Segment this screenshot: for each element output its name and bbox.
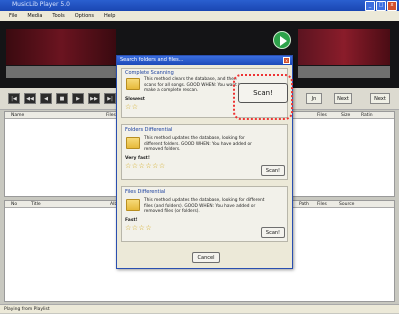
col-title[interactable]: Title <box>31 201 41 208</box>
progress-bar-right[interactable] <box>298 66 390 78</box>
dialog-close-button[interactable]: x <box>283 57 290 64</box>
minimize-button[interactable]: _ <box>365 1 375 11</box>
status-bar: Playing from Playlist <box>0 304 399 313</box>
col-rating[interactable]: Ratin <box>361 112 373 119</box>
col-pl-files[interactable]: Files <box>317 201 327 208</box>
prev-button[interactable]: ◀ <box>40 93 52 104</box>
complete-scan-label: Complete Scanning <box>125 70 174 76</box>
stop-button[interactable]: ■ <box>56 93 68 104</box>
files-rating-label: Fast! <box>125 218 138 223</box>
menu-tools[interactable]: Tools <box>52 11 64 21</box>
menu-help[interactable]: Help <box>104 11 115 21</box>
cancel-button[interactable]: Cancel <box>192 252 220 263</box>
rewind-button[interactable]: ◀◀ <box>24 93 36 104</box>
col-size[interactable]: Size <box>341 112 350 119</box>
maximize-button[interactable]: □ <box>376 1 386 11</box>
folders-rating-label: Very fast! <box>125 156 150 161</box>
last-track-button[interactable]: ▶| <box>104 93 116 104</box>
folders-diff-label: Folders Differential <box>125 127 173 133</box>
next-button-2[interactable]: Next <box>370 93 390 104</box>
play-button[interactable]: ▶ <box>72 93 84 104</box>
window-title: MusicLib Player 5.0 <box>12 1 70 8</box>
folder-icon <box>126 78 140 90</box>
window-controls: _ □ x <box>365 1 397 11</box>
next-button-1[interactable]: Next <box>334 93 352 104</box>
col-path[interactable]: Path <box>299 201 309 208</box>
menu-bar: File Media Tools Options Help <box>0 11 399 21</box>
complete-scan-desc: This method clears the database, and the… <box>144 77 243 93</box>
folders-diff-desc: This method updates the database, lookin… <box>144 136 252 152</box>
files-scan-button[interactable]: Scan! <box>261 227 285 238</box>
files-diff-group: Files Differential This method updates t… <box>121 186 288 242</box>
folder-icon <box>126 137 140 149</box>
folder-icon <box>126 199 140 211</box>
folders-scan-button[interactable]: Scan! <box>261 165 285 176</box>
menu-media[interactable]: Media <box>27 11 42 21</box>
progress-bar-left[interactable] <box>6 66 116 78</box>
files-diff-label: Files Differential <box>125 189 166 195</box>
jump-button[interactable]: Jn <box>306 93 322 104</box>
play-icon[interactable] <box>273 31 291 49</box>
folders-diff-group: Folders Differential This method updates… <box>121 124 288 180</box>
first-track-button[interactable]: |◀ <box>8 93 20 104</box>
complete-stars: ☆☆ <box>125 103 139 111</box>
visualizer-left <box>6 29 116 65</box>
folders-stars: ☆☆☆☆☆☆ <box>125 162 166 170</box>
col-file[interactable]: Files <box>106 112 116 119</box>
files-stars: ☆☆☆☆ <box>125 224 153 232</box>
col-name[interactable]: Name <box>11 112 24 119</box>
close-button[interactable]: x <box>387 1 397 11</box>
col-source[interactable]: Source <box>339 201 354 208</box>
col-files[interactable]: Files <box>317 112 327 119</box>
col-no[interactable]: No <box>11 201 17 208</box>
menu-options[interactable]: Options <box>75 11 94 21</box>
menu-file[interactable]: File <box>9 11 17 21</box>
dialog-title: Search folders and files... <box>117 56 292 65</box>
complete-rating-label: Slowest <box>125 97 145 102</box>
files-diff-desc: This method updates the database, lookin… <box>144 198 265 214</box>
visualizer-right <box>298 29 390 65</box>
forward-button[interactable]: ▶▶ <box>88 93 100 104</box>
complete-scan-button[interactable]: Scan! <box>238 83 288 103</box>
